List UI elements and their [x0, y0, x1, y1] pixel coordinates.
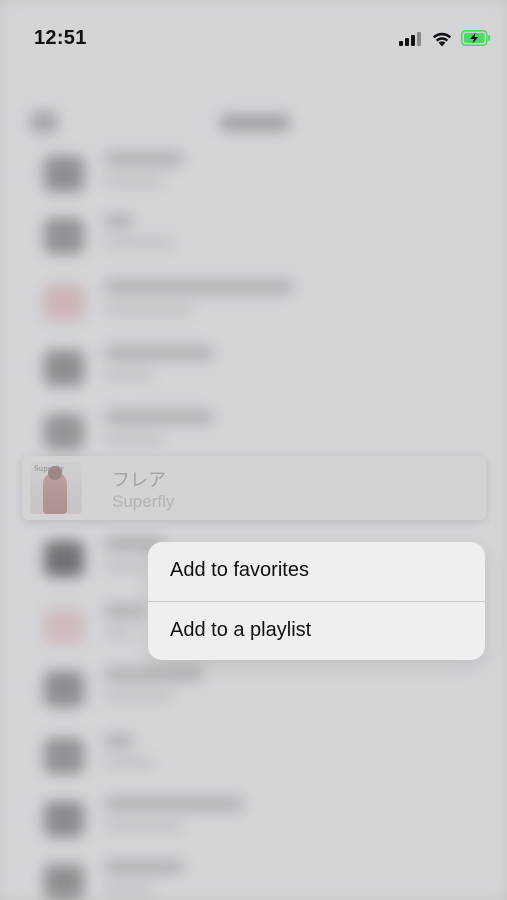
status-icons — [399, 28, 491, 48]
battery-charging-icon — [461, 30, 491, 46]
song-title: フレア — [112, 470, 166, 491]
context-menu: Add to favorites Add to a playlist — [148, 542, 485, 660]
status-time: 12:51 — [34, 27, 87, 49]
song-preview-card: Superfly フレア Superfly — [22, 456, 486, 520]
menu-item-add-to-favorites[interactable]: Add to favorites — [148, 542, 485, 600]
album-art: Superfly — [30, 462, 82, 514]
signal-icon — [399, 30, 423, 46]
menu-item-label: Add to a playlist — [170, 619, 312, 641]
status-bar: 12:51 — [0, 0, 507, 72]
song-artist: Superfly — [112, 492, 175, 511]
wifi-icon — [432, 32, 452, 46]
menu-item-add-to-playlist[interactable]: Add to a playlist — [148, 602, 485, 660]
dim-overlay[interactable] — [0, 0, 507, 900]
menu-item-label: Add to favorites — [170, 559, 309, 581]
screen: 12:51 Superfly フレア Superfly — [0, 0, 507, 900]
